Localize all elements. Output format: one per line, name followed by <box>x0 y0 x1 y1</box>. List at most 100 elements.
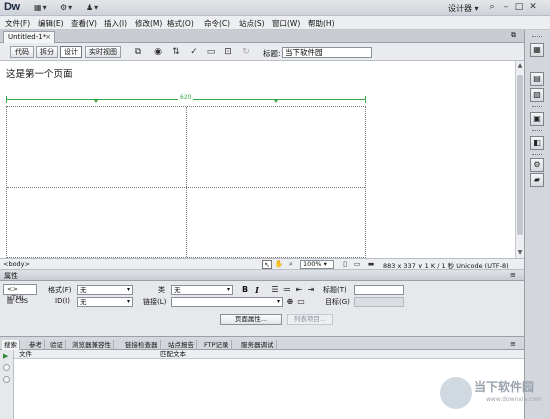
multiscreen-icon[interactable]: ⧉ <box>130 46 146 58</box>
watermark-text: 当下软件园 <box>474 380 535 394</box>
panel-menu-icon[interactable]: ≡ <box>510 340 516 348</box>
visual-aids-icon[interactable]: ▭ <box>203 46 219 58</box>
preview-browser-icon[interactable]: ◉ <box>150 46 166 58</box>
minimize-button[interactable]: – <box>500 2 512 13</box>
html-icon: <> <box>7 285 18 293</box>
behaviors-icon[interactable]: ▰ <box>530 173 544 187</box>
results-header: 文件 匹配文本 <box>14 350 524 359</box>
point-to-file-icon[interactable]: ⊕ <box>285 297 295 307</box>
document-tab[interactable]: Untitled-1* × <box>3 31 55 43</box>
title-attr-input[interactable] <box>354 285 404 295</box>
refresh-icon[interactable]: ↻ <box>238 46 254 58</box>
design-view-button[interactable]: 设计 <box>60 46 82 58</box>
menu-edit[interactable]: 编辑(E) <box>38 18 64 29</box>
live-view-button[interactable]: 实时视图 <box>85 46 121 58</box>
class-value: 无 <box>174 286 181 294</box>
tab-server-debug[interactable]: 服务器调试 <box>239 340 277 350</box>
desktop-size-icon[interactable]: ▬ <box>366 260 376 269</box>
table-width-indicator[interactable]: 620 <box>6 94 366 105</box>
zoom-tool-icon[interactable]: ⌕ <box>286 260 296 269</box>
menu-file[interactable]: 文件(F) <box>5 18 30 29</box>
files-panel-icon[interactable]: ▤ <box>530 72 544 86</box>
bold-button[interactable]: B <box>240 285 250 295</box>
stop-icon[interactable] <box>3 364 10 371</box>
play-icon[interactable]: ▶ <box>3 352 8 360</box>
code-view-button[interactable]: 代码 <box>10 46 34 58</box>
tag-inspector-icon[interactable]: ⚙ <box>530 158 544 172</box>
menu-site[interactable]: 站点(S) <box>239 18 265 29</box>
close-button[interactable]: ✕ <box>527 2 539 13</box>
panel-grip[interactable] <box>532 36 542 38</box>
restore-icon[interactable]: ⧉ <box>511 31 516 40</box>
panel-grip[interactable] <box>532 106 542 108</box>
italic-button[interactable]: I <box>252 285 262 295</box>
tablet-size-icon[interactable]: ▭ <box>352 260 362 269</box>
canvas-scrollbar[interactable]: ▲ ▼ <box>515 61 524 258</box>
panel-grip[interactable] <box>532 130 542 132</box>
hand-tool-icon[interactable]: ✋ <box>274 260 284 269</box>
menu-modify[interactable]: 修改(M) <box>135 18 162 29</box>
tag-selector[interactable]: <body> <box>3 260 30 268</box>
file-management-icon[interactable]: ⇅ <box>168 46 184 58</box>
assets-panel-icon[interactable]: ▧ <box>530 88 544 102</box>
col-file[interactable]: 文件 <box>19 350 32 359</box>
target-select[interactable] <box>354 297 404 307</box>
design-canvas[interactable]: 这是第一个页面 620 <box>0 61 515 258</box>
zoom-select[interactable]: 100% ▾ <box>300 260 334 269</box>
menu-window[interactable]: 窗口(W) <box>272 18 300 29</box>
tab-link-checker[interactable]: 链接检查器 <box>123 340 161 350</box>
chevron-down-icon: ▾ <box>126 286 130 293</box>
inspect-icon[interactable]: ⊡ <box>220 46 236 58</box>
tab-search[interactable]: 搜索 <box>2 340 20 350</box>
site-menu-button[interactable]: ♟ ▾ <box>86 3 98 12</box>
menu-insert[interactable]: 插入(I) <box>104 18 127 29</box>
save-report-icon[interactable] <box>3 376 10 383</box>
html-mode-button[interactable]: <> HTML <box>3 284 37 302</box>
panel-menu-icon[interactable]: ≡ <box>510 271 516 279</box>
insert-panel-icon[interactable]: ▦ <box>530 43 544 57</box>
title-input[interactable] <box>282 47 372 58</box>
tab-browser-compat[interactable]: 浏览器兼容性 <box>70 340 114 350</box>
menu-format[interactable]: 格式(O) <box>167 18 194 29</box>
unordered-list-icon[interactable]: ☰ <box>270 285 280 295</box>
page-text[interactable]: 这是第一个页面 <box>6 66 73 80</box>
page-properties-button[interactable]: 页面属性... <box>220 314 282 325</box>
ap-elements-icon[interactable]: ◧ <box>530 136 544 150</box>
close-icon[interactable]: × <box>45 33 51 41</box>
menu-commands[interactable]: 命令(C) <box>204 18 230 29</box>
ordered-list-icon[interactable]: ≔ <box>282 285 292 295</box>
tab-reference[interactable]: 参考 <box>27 340 45 350</box>
css-styles-icon[interactable]: ▣ <box>530 112 544 126</box>
split-view-button[interactable]: 拆分 <box>36 46 58 58</box>
tab-ftp-log[interactable]: FTP记录 <box>202 340 232 350</box>
scrollbar-thumb[interactable] <box>517 75 523 235</box>
css-mode-button[interactable]: ▤ CSS <box>3 296 37 307</box>
format-select[interactable]: 无 ▾ <box>77 285 133 295</box>
tab-site-reports[interactable]: 站点报告 <box>166 340 197 350</box>
link-input[interactable]: ▾ <box>171 297 283 307</box>
properties-panel-header[interactable]: 属性 ≡ <box>0 270 524 281</box>
panel-grip[interactable] <box>532 154 542 156</box>
extend-menu-button[interactable]: ⚙ ▾ <box>60 3 72 12</box>
class-select[interactable]: 无 ▾ <box>171 285 233 295</box>
list-item-button[interactable]: 列表项目... <box>287 314 333 325</box>
indent-icon[interactable]: ⇥ <box>306 285 316 295</box>
menu-view[interactable]: 查看(V) <box>71 18 97 29</box>
layout-menu-button[interactable]: ▦ ▾ <box>34 3 47 12</box>
search-icon[interactable]: ⌕ <box>486 2 498 13</box>
app-bar: Dw ▦ ▾ ⚙ ▾ ♟ ▾ 设计器 ▾ ⌕ – □ ✕ <box>0 0 550 16</box>
maximize-button[interactable]: □ <box>513 2 525 13</box>
workspace-switcher[interactable]: 设计器 ▾ <box>448 3 479 14</box>
mobile-size-icon[interactable]: ▯ <box>340 260 350 269</box>
col-matched-text[interactable]: 匹配文本 <box>160 350 186 359</box>
layout-table[interactable] <box>6 106 366 258</box>
check-browser-icon[interactable]: ✓ <box>186 46 202 58</box>
tab-validation[interactable]: 验证 <box>48 340 66 350</box>
title-label: 标题: <box>263 49 281 58</box>
gear-icon: ⚙ <box>60 3 68 12</box>
select-tool-icon[interactable]: ↖ <box>262 260 272 269</box>
outdent-icon[interactable]: ⇤ <box>294 285 304 295</box>
menu-help[interactable]: 帮助(H) <box>308 18 335 29</box>
id-select[interactable]: 无 ▾ <box>77 297 133 307</box>
folder-icon[interactable]: ▭ <box>296 297 306 307</box>
